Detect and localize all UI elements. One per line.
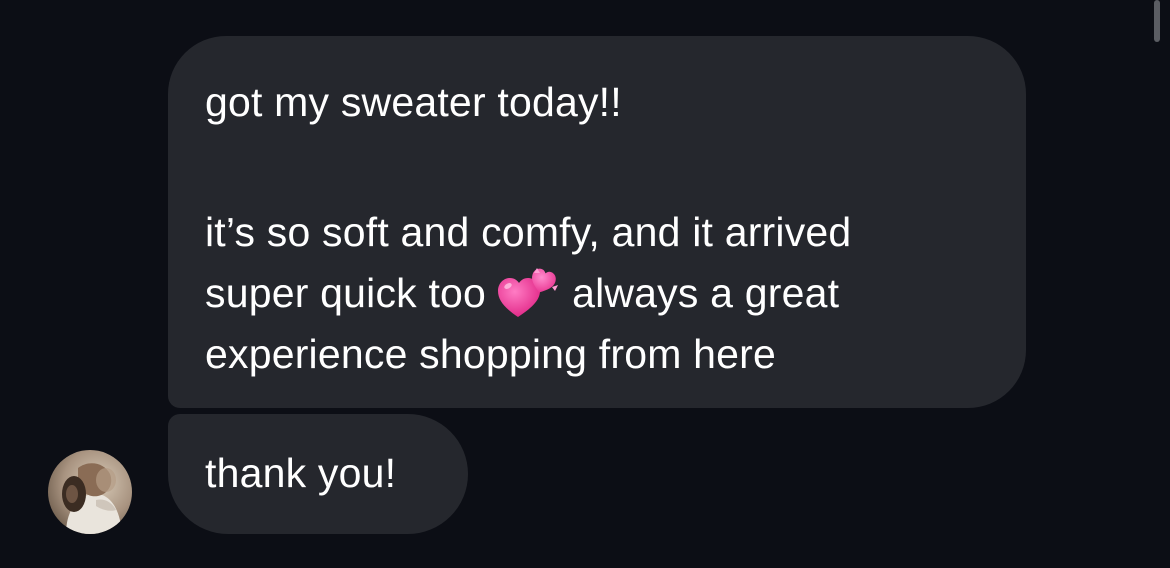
message-text-segment: super quick too <box>205 270 487 316</box>
message-text-segment: always a great <box>572 270 840 316</box>
message-text-line: it’s so soft and comfy, and it arrived <box>205 209 852 255</box>
two-hearts-icon <box>498 268 559 317</box>
avatar[interactable] <box>48 450 132 534</box>
scrollbar[interactable] <box>1154 0 1160 42</box>
chat-thread: got my sweater today!! it’s so soft and … <box>0 0 1170 568</box>
message-bubble[interactable]: got my sweater today!! it’s so soft and … <box>168 36 1026 408</box>
message-text-line: experience shopping from here <box>205 331 777 377</box>
profile-photo-icon <box>48 450 132 534</box>
message-text-line: got my sweater today!! <box>205 79 622 125</box>
message-text-line: super quick too always a great <box>205 263 996 324</box>
message-text-line: thank you! <box>205 450 397 496</box>
message-bubble[interactable]: thank you! <box>168 414 468 534</box>
